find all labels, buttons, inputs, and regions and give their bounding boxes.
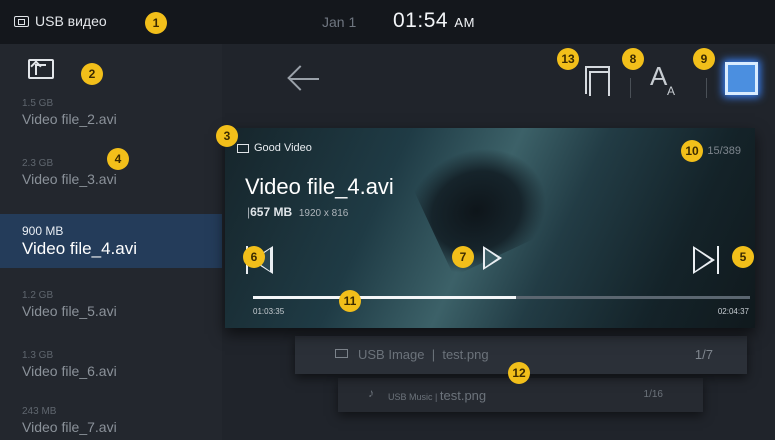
elapsed-time: 01:03:35 [253, 307, 285, 316]
callout-badge: 3 [216, 125, 238, 147]
subtitle-language-icon[interactable]: A A [650, 60, 686, 98]
file-size: 1.5 GB [22, 98, 54, 109]
source-separator: | [435, 392, 438, 402]
file-size: 1.3 GB [22, 350, 54, 361]
now-playing-card[interactable]: Good Video 15/389 Video file_4.avi |657 … [225, 128, 755, 328]
source-indicator[interactable]: USB видео [14, 13, 107, 29]
callout-badge: 4 [107, 148, 129, 170]
callout-badge: 7 [452, 246, 474, 268]
back-arrow-icon[interactable] [287, 64, 321, 94]
file-name: Video file_3.avi [22, 171, 117, 187]
callout-badge: 11 [339, 290, 361, 312]
callout-badge: 2 [81, 63, 103, 85]
clock: 01:54 AM [393, 9, 475, 33]
source-label: USB видео [35, 13, 107, 29]
video-title: Video file_4.avi [245, 174, 394, 199]
file-name: Video file_5.avi [22, 303, 117, 319]
file-name: Video file_7.avi [22, 419, 117, 435]
file-list-item[interactable]: 1.5 GB Video file_2.avi [0, 88, 222, 142]
callout-badge: 10 [681, 140, 703, 162]
callout-badge: 1 [145, 12, 167, 34]
subtitle-icon-big-letter: A [650, 61, 668, 91]
skip-next-icon-inner [695, 249, 711, 271]
skip-next-icon-bar [717, 246, 719, 274]
file-counter: 15/389 [707, 145, 741, 157]
status-bar: USB видео Jan 1 01:54 AM [0, 0, 775, 44]
music-note-icon: ♪ [368, 386, 374, 400]
total-time: 02:04:37 [717, 307, 749, 316]
source-row-label: USB Image | test.png [358, 347, 489, 362]
clock-ampm: AM [454, 15, 475, 30]
file-size: 243 MB [22, 406, 57, 417]
aspect-ratio-icon[interactable] [585, 66, 610, 96]
callout-badge: 5 [732, 246, 754, 268]
file-name: Video file_2.avi [22, 111, 117, 127]
file-list-item[interactable]: 243 MB Video file_7.avi [0, 396, 222, 440]
callout-badge: 6 [243, 246, 265, 268]
file-list-panel: 1.5 GB Video file_2.avi 2.3 GB Video fil… [0, 44, 222, 440]
window-mode-icon[interactable] [725, 62, 758, 95]
progress-bar[interactable] [253, 296, 750, 299]
file-name: Video file_4.avi [22, 239, 137, 258]
next-track-button[interactable] [687, 242, 723, 278]
source-separator: | [431, 347, 436, 362]
folder-label: Good Video [237, 142, 312, 154]
file-size: 900 MB [22, 224, 64, 238]
progress-fill [253, 296, 517, 299]
video-meta: |657 MB 1920 x 816 [247, 205, 348, 219]
file-list-item[interactable]: 1.3 GB Video file_6.avi [0, 340, 222, 394]
subtitle-icon-small-letter: A [667, 84, 676, 98]
file-size: 1.2 GB [22, 290, 54, 301]
file-list-item-active[interactable]: 900 MB Video file_4.avi [0, 214, 222, 268]
callout-badge: 12 [508, 362, 530, 384]
folder-up-icon[interactable] [28, 59, 54, 79]
source-count: 1/16 [643, 389, 663, 400]
callout-badge: 9 [693, 48, 715, 70]
play-icon-inner [485, 249, 498, 267]
source-file: test.png [439, 388, 487, 403]
source-count: 1/7 [694, 347, 713, 362]
source-row-label: USB Music | test.png [388, 388, 486, 403]
callout-badge: 8 [622, 48, 644, 70]
toolbar-divider [706, 78, 707, 98]
play-button[interactable] [480, 243, 510, 273]
image-icon [335, 349, 348, 358]
video-resolution: 1920 x 816 [298, 208, 349, 219]
callout-badge: 13 [557, 48, 579, 70]
file-name: Video file_6.avi [22, 363, 117, 379]
file-list-item[interactable]: 1.2 GB Video file_5.avi [0, 280, 222, 334]
clock-time: 01:54 [393, 9, 449, 32]
folder-name: Good Video [254, 142, 312, 154]
folder-icon [237, 143, 249, 153]
usb-video-icon [14, 15, 29, 27]
video-size: 657 MB [250, 205, 293, 219]
source-name: USB Image [358, 347, 425, 362]
source-file: test.png [442, 347, 489, 362]
toolbar-divider [630, 78, 631, 98]
date-label: Jan 1 [322, 14, 357, 30]
source-name: USB Music [388, 392, 433, 402]
